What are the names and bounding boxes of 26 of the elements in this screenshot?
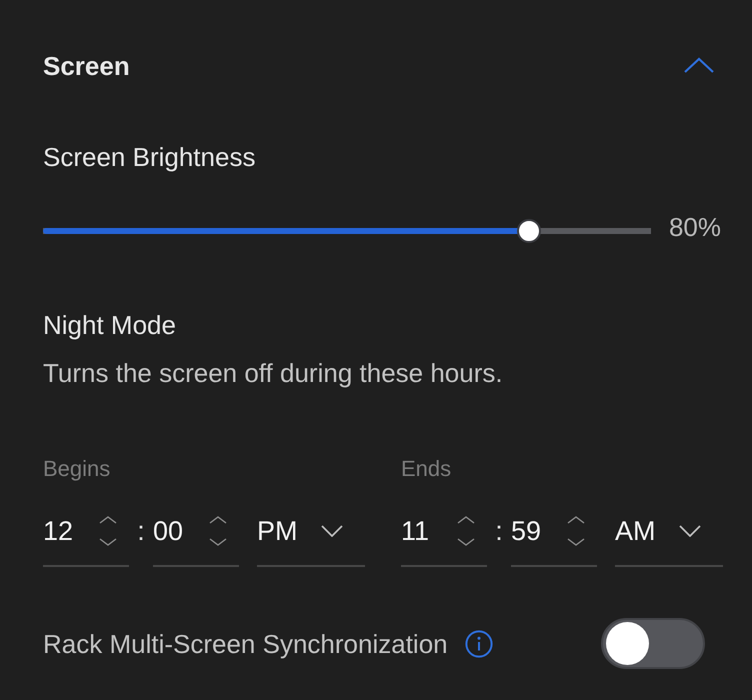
caret-icon [321, 525, 343, 537]
time-label: Begins [43, 455, 112, 483]
period-dropdown[interactable]: AM [615, 513, 723, 567]
time-label: Ends [401, 455, 452, 483]
stepper-icon[interactable] [99, 516, 117, 546]
hour-field[interactable]: 11 [401, 513, 487, 567]
stepper-icon[interactable] [209, 516, 227, 546]
night-mode-description: Turns the screen off during these hours. [43, 357, 504, 389]
brightness-value: 80% [668, 211, 721, 243]
info-icon[interactable] [464, 630, 493, 658]
section-title: Screen [43, 50, 130, 82]
caret-icon [679, 525, 701, 537]
time-separator: : [494, 515, 504, 548]
period-dropdown[interactable]: PM [257, 513, 365, 567]
minute-field[interactable]: 00 [153, 513, 239, 567]
time-separator: : [136, 515, 146, 548]
sync-label: Rack Multi-Screen Synchronization [43, 628, 448, 660]
minute-field[interactable]: 59 [511, 513, 597, 567]
stepper-icon[interactable] [457, 516, 475, 546]
slider-thumb[interactable] [517, 218, 542, 242]
stepper-icon[interactable] [567, 516, 585, 546]
hour-field[interactable]: 12 [43, 513, 129, 567]
brightness-label: Screen Brightness [43, 141, 256, 173]
chevron-icon[interactable] [684, 57, 714, 73]
night-mode-title: Night Mode [43, 309, 177, 341]
toggle-switch[interactable] [601, 618, 705, 669]
